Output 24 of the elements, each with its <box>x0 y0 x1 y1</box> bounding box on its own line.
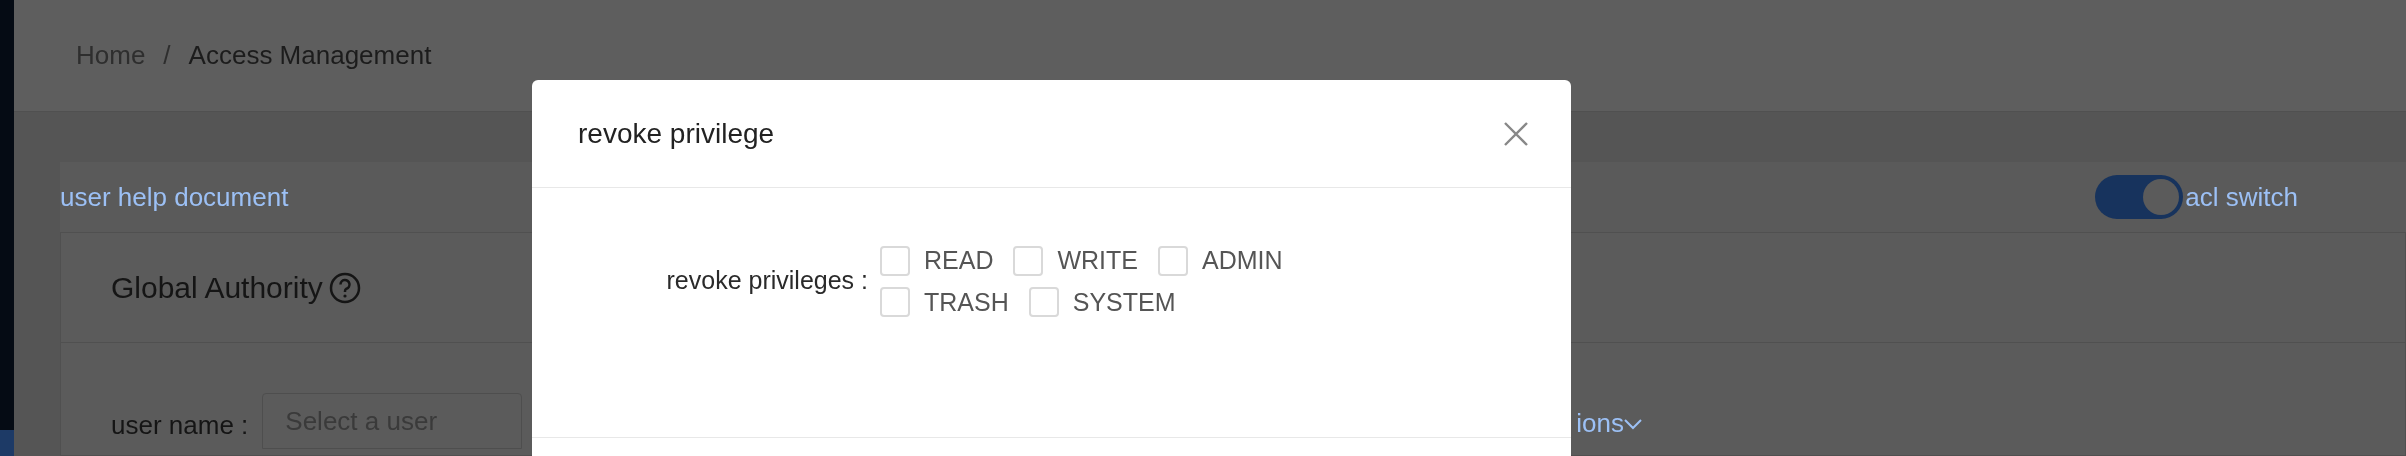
user-name-label: user name : <box>111 409 249 442</box>
help-icon[interactable] <box>328 271 361 304</box>
acl-toggle[interactable] <box>2095 175 2184 219</box>
options-link[interactable]: ions <box>1576 404 1624 443</box>
card-title: Global Authority <box>111 270 323 306</box>
acl-switch-label: acl switch <box>2185 180 2298 214</box>
checkbox[interactable] <box>1158 245 1188 276</box>
checkbox[interactable] <box>880 245 910 276</box>
breadcrumb-item: Access Management <box>188 39 432 72</box>
sidebar-item-highlight <box>0 430 14 456</box>
checkbox[interactable] <box>1028 287 1059 318</box>
breadcrumb-separator: / <box>163 39 171 72</box>
checkbox-label: SYSTEM <box>1072 286 1176 318</box>
help-link[interactable]: user help document <box>60 177 289 217</box>
checkbox[interactable] <box>1013 245 1044 276</box>
checkbox[interactable] <box>880 287 910 318</box>
dialog-title: revoke privilege <box>578 116 775 151</box>
chevron-down-icon <box>1624 417 1642 430</box>
checkbox-label: WRITE <box>1057 245 1138 276</box>
checkbox-label: ADMIN <box>1202 245 1283 276</box>
field-label: revoke privileges : <box>665 265 869 296</box>
checkbox-label: TRASH <box>924 286 1009 318</box>
close-icon[interactable] <box>1503 120 1529 147</box>
checkbox-label: READ <box>924 245 994 276</box>
